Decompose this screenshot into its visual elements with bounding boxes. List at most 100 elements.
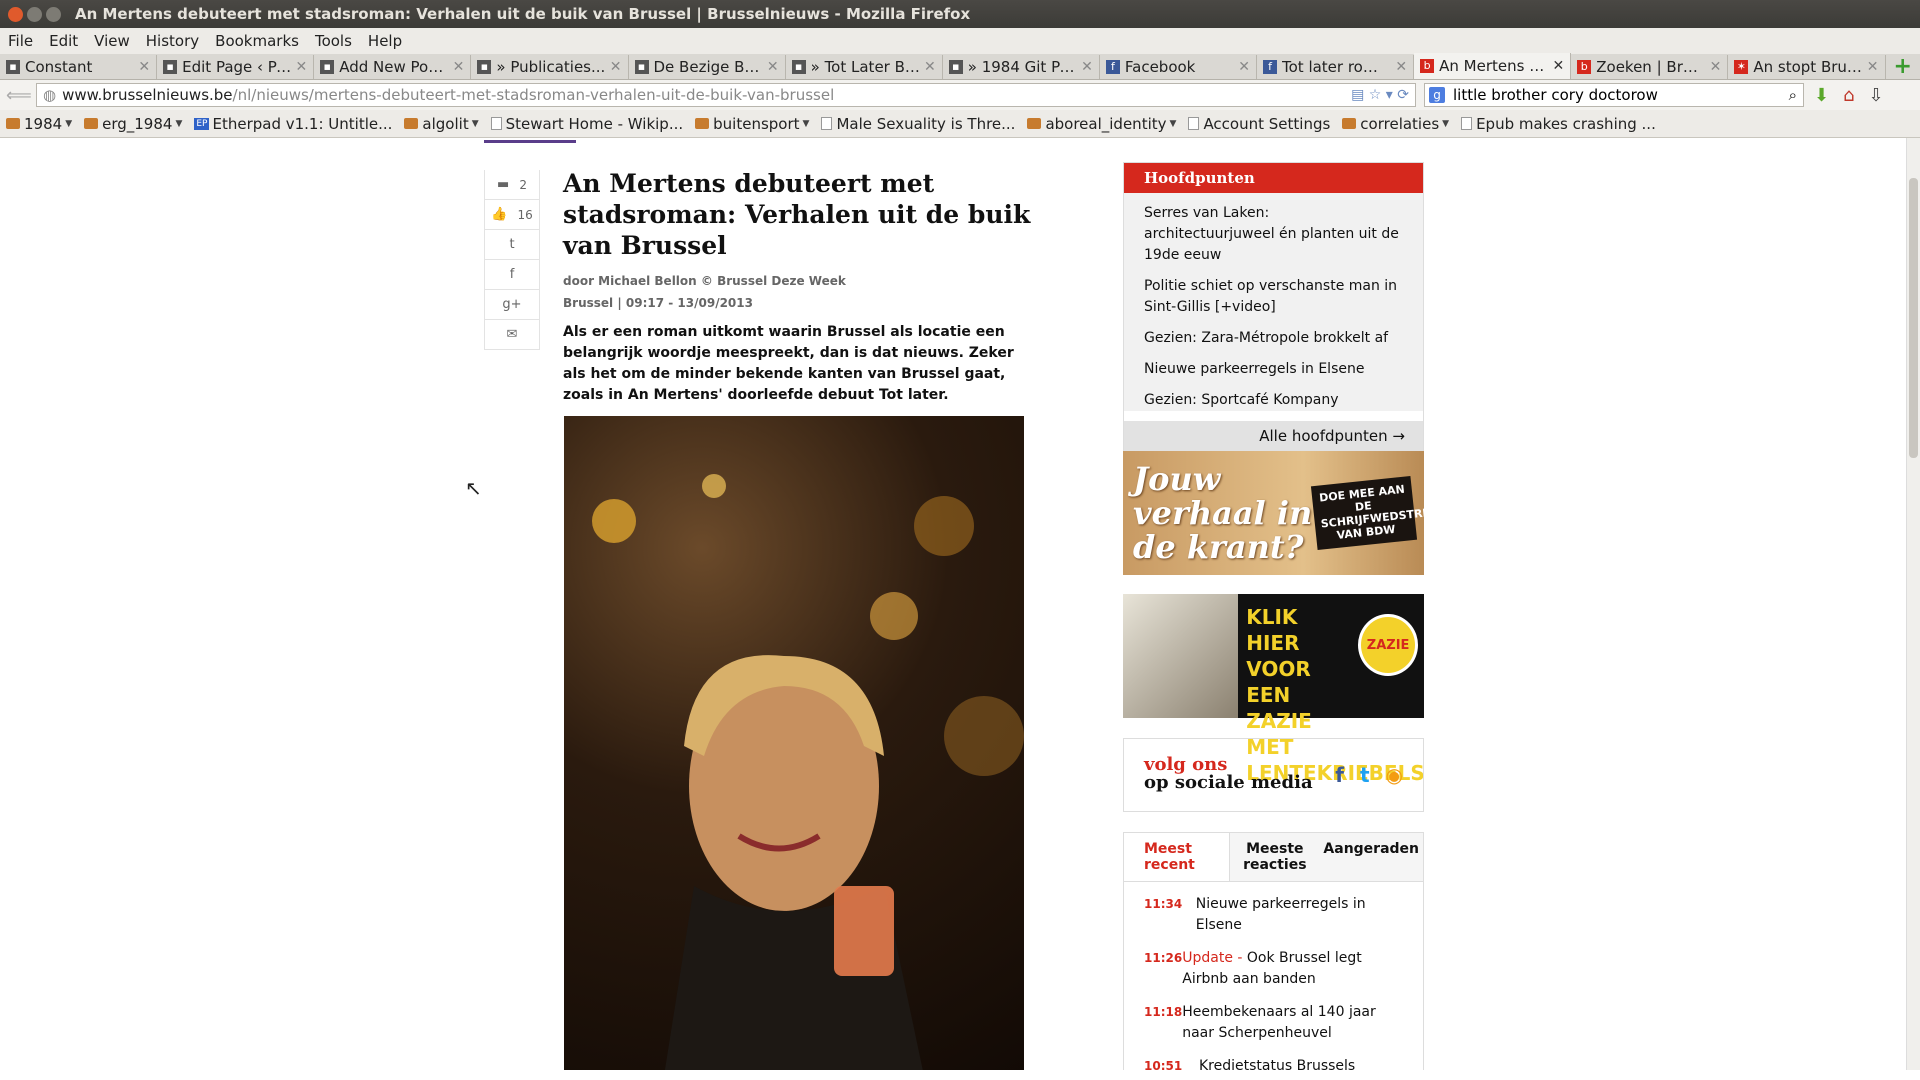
news-item[interactable]: 11:34 Nieuwe parkeerregels in Elsene — [1144, 894, 1403, 936]
bookmark-item[interactable]: Stewart Home - Wikip... — [485, 115, 690, 133]
window-close-button[interactable] — [8, 6, 23, 22]
tab-close-icon[interactable]: ✕ — [453, 59, 465, 75]
window-titlebar: An Mertens debuteert met stadsroman: Ver… — [0, 0, 1920, 28]
comment-icon: ▬ — [497, 177, 510, 192]
tab-close-icon[interactable]: ✕ — [138, 59, 150, 75]
window-maximize-button[interactable] — [46, 6, 61, 22]
zazie-banner[interactable]: KLIK HIER VOOR EEN ZAZIE MET LENTEKRIEBE… — [1123, 594, 1425, 785]
bookmark-item[interactable]: buitensport ▼ — [689, 115, 815, 133]
tab-aangeraden[interactable]: Aangeraden — [1319, 833, 1424, 881]
page-icon: ▪ — [163, 60, 178, 74]
menu-history[interactable]: History — [138, 32, 207, 50]
chevron-down-icon: ▼ — [1442, 118, 1450, 129]
google-plus-share-icon[interactable]: g+ — [485, 290, 539, 320]
banner-script-text: Jouw verhaal in de krant? — [1133, 460, 1313, 566]
download-icon[interactable]: ⬇ — [1814, 85, 1829, 106]
bookmark-label: algolit — [422, 114, 469, 133]
chevron-down-icon: ▼ — [175, 118, 183, 129]
menu-help[interactable]: Help — [360, 32, 410, 50]
article-photo — [564, 416, 1024, 1070]
rss-icon[interactable]: ◉ — [1386, 763, 1403, 787]
search-bar[interactable]: g little brother cory doctorow ⌕ — [1424, 83, 1804, 107]
menu-tools[interactable]: Tools — [307, 32, 360, 50]
tab-2[interactable]: ▪ Add New Pos... ✕ — [314, 55, 472, 79]
google-icon[interactable]: g — [1429, 87, 1445, 103]
tab-4[interactable]: ▪ De Bezige Bij ... ✕ — [629, 55, 786, 79]
menu-file[interactable]: File — [0, 32, 41, 50]
news-time: 11:26 — [1144, 951, 1183, 965]
tab-close-icon[interactable]: ✕ — [1395, 59, 1407, 75]
menu-edit[interactable]: Edit — [41, 32, 86, 50]
tab-close-icon[interactable]: ✕ — [1710, 59, 1722, 75]
hoofdpunt-link[interactable]: Gezien: Zara-Métropole brokkelt af — [1144, 328, 1403, 349]
twitter-share-icon[interactable]: t — [485, 230, 539, 260]
news-item[interactable]: 11:18 Heembekenaars al 140 jaar naar Sch… — [1144, 1002, 1403, 1044]
tab-close-icon[interactable]: ✕ — [767, 59, 779, 75]
reload-icon[interactable]: ▤ ☆ ▾ ⟳ — [1351, 87, 1415, 103]
hoofdpunt-link[interactable]: Gezien: Sportcafé Kompany — [1144, 390, 1403, 411]
tab-8[interactable]: f Tot later roman ✕ — [1257, 55, 1415, 79]
menu-bookmarks[interactable]: Bookmarks — [207, 32, 307, 50]
hoofdpunt-link[interactable]: Nieuwe parkeerregels in Elsene — [1144, 359, 1403, 380]
tab-close-icon[interactable]: ✕ — [1553, 58, 1565, 74]
tab-close-icon[interactable]: ✕ — [1238, 59, 1250, 75]
bookmark-item[interactable]: 1984 ▼ — [0, 115, 78, 133]
bookmark-item[interactable]: aboreal_identity ▼ — [1021, 115, 1182, 133]
tab-label: » 1984 Git Par... — [967, 58, 1078, 76]
bookmark-item[interactable]: algolit ▼ — [398, 115, 484, 133]
news-item[interactable]: 11:26 Update - Ook Brussel legt Airbnb a… — [1144, 948, 1403, 990]
scrollbar-thumb[interactable] — [1909, 178, 1918, 458]
search-input[interactable]: little brother cory doctorow — [1453, 86, 1658, 104]
search-icon[interactable]: ⌕ — [1789, 86, 1803, 104]
tab-10[interactable]: b Zoeken | Brus... ✕ — [1571, 55, 1729, 79]
news-item[interactable]: 10:51 Kredietstatus Brussels — [1144, 1056, 1403, 1070]
tab-3[interactable]: ▪ » Publicaties... ✕ — [471, 55, 629, 79]
tab-close-icon[interactable]: ✕ — [1081, 59, 1093, 75]
share-bar: ▬ 2 👍 16 t f g+ ✉ — [484, 170, 540, 350]
bookmark-item[interactable]: correlaties ▼ — [1336, 115, 1455, 133]
hoofdpunt-link[interactable]: Serres van Laken: architectuurjuweel én … — [1144, 203, 1403, 266]
tab-5[interactable]: ▪ » Tot Later BB... ✕ — [786, 55, 943, 79]
back-arrow-icon[interactable]: ⟸ — [6, 85, 36, 106]
bookmark-item[interactable]: Epub makes crashing ... — [1455, 115, 1662, 133]
bookmark-item[interactable]: erg_1984 ▼ — [78, 115, 188, 133]
bookmark-item[interactable]: Male Sexuality is Thre... — [815, 115, 1021, 133]
tab-close-icon[interactable]: ✕ — [924, 59, 936, 75]
tab-meest-recent[interactable]: Meest recent — [1124, 833, 1231, 881]
tab-label: De Bezige Bij ... — [653, 58, 763, 76]
page-scrollbar[interactable] — [1906, 138, 1920, 1070]
tab-close-icon[interactable]: ✕ — [610, 59, 622, 75]
all-hoofdpunten-link[interactable]: Alle hoofdpunten → — [1124, 421, 1423, 451]
menu-arrow-icon[interactable]: ⇩ — [1869, 85, 1884, 106]
home-icon[interactable]: ⌂ — [1843, 85, 1854, 106]
bookmark-item[interactable]: EP Etherpad v1.1: Untitle... — [188, 115, 398, 133]
tab-close-icon[interactable]: ✕ — [1867, 59, 1879, 75]
schrijfwedstrijd-banner[interactable]: Jouw verhaal in de krant? DOE MEE AAN DE… — [1123, 451, 1440, 575]
facebook-share-icon[interactable]: f — [485, 260, 539, 290]
url-bar[interactable]: ◍ www.brusselnieuws.be/nl/nieuws/mertens… — [36, 83, 1416, 107]
tab-6[interactable]: ▪ » 1984 Git Par... ✕ — [943, 55, 1100, 79]
email-share-icon[interactable]: ✉ — [485, 320, 539, 350]
thumbs-up-icon: 👍 — [491, 207, 508, 222]
likes-count[interactable]: 👍 16 — [485, 200, 539, 230]
bookmark-label: aboreal_identity — [1045, 114, 1167, 133]
twitter-icon[interactable]: t — [1360, 763, 1370, 787]
tab-9[interactable]: b An Mertens d... ✕ — [1414, 53, 1572, 79]
tab-7[interactable]: f Facebook ✕ — [1100, 55, 1257, 79]
folder-icon — [1342, 118, 1357, 129]
tab-0[interactable]: ▪ Constant ✕ — [0, 55, 158, 79]
tab-meeste-reacties[interactable]: Meeste reacties — [1230, 833, 1320, 881]
menu-view[interactable]: View — [86, 32, 138, 50]
facebook-icon[interactable]: f — [1335, 763, 1344, 787]
window-minimize-button[interactable] — [27, 6, 42, 22]
url-host: www.brusselnieuws.be — [62, 86, 233, 104]
page-icon — [821, 117, 833, 130]
hoofdpunten-title: Hoofdpunten — [1124, 163, 1423, 193]
comments-count[interactable]: ▬ 2 — [485, 170, 539, 200]
new-tab-icon[interactable]: + — [1886, 54, 1920, 79]
bookmark-item[interactable]: Account Settings — [1182, 115, 1336, 133]
tab-1[interactable]: ▪ Edit Page ‹ Pa... ✕ — [157, 55, 315, 79]
hoofdpunt-link[interactable]: Politie schiet op verschanste man in Sin… — [1144, 276, 1403, 318]
tab-11[interactable]: ✶ An stopt Brus... ✕ — [1728, 55, 1886, 79]
tab-close-icon[interactable]: ✕ — [296, 59, 308, 75]
